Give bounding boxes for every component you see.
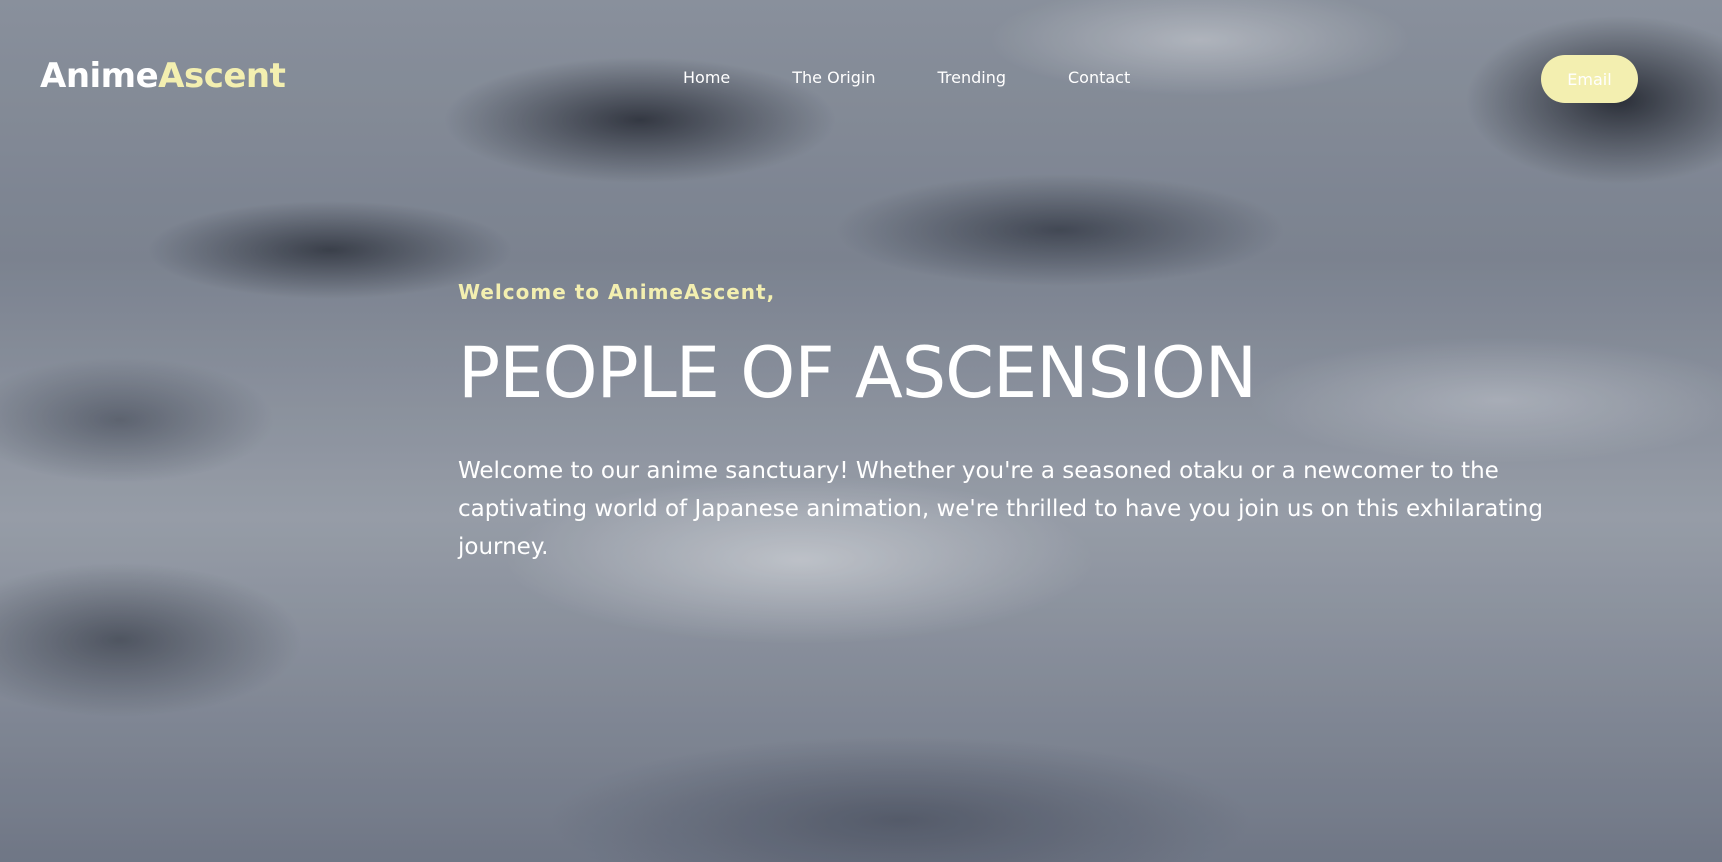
- site-logo[interactable]: AnimeAscent: [40, 56, 286, 96]
- top-navbar: AnimeAscent Home The Origin Trending Con…: [0, 0, 1722, 160]
- hero-section: Welcome to AnimeAscent, PEOPLE OF ASCENS…: [458, 280, 1568, 566]
- nav-link-trending[interactable]: Trending: [937, 68, 1006, 87]
- nav-link-the-origin[interactable]: The Origin: [792, 68, 875, 87]
- nav-link-home[interactable]: Home: [683, 68, 730, 87]
- email-button[interactable]: Email: [1541, 55, 1638, 103]
- hero-title: PEOPLE OF ASCENSION: [458, 332, 1257, 414]
- logo-text-anime: Anime: [40, 56, 159, 96]
- hero-kicker: Welcome to AnimeAscent,: [458, 280, 776, 304]
- hero-description: Welcome to our anime sanctuary! Whether …: [458, 458, 1543, 560]
- nav-link-contact[interactable]: Contact: [1068, 68, 1130, 87]
- logo-text-ascent: Ascent: [158, 56, 286, 96]
- main-nav: Home The Origin Trending Contact: [683, 68, 1130, 87]
